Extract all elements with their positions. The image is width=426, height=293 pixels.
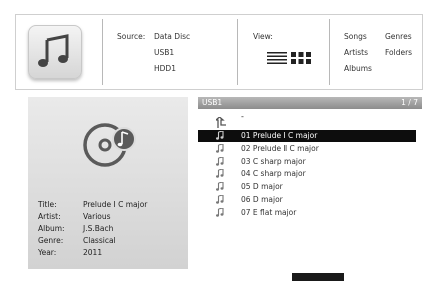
info-year: Year: 2011	[38, 248, 102, 257]
genre-label: Genre:	[38, 236, 64, 245]
track-row[interactable]: 03 C sharp major	[198, 155, 416, 168]
info-title: Title: Prelude Ⅰ C major	[38, 200, 147, 209]
track-row[interactable]: 06 D major	[198, 194, 416, 206]
divider	[237, 19, 238, 85]
disc-music-icon	[77, 115, 139, 181]
category-songs[interactable]: Songs	[344, 32, 367, 41]
track-label: 05 D major	[241, 182, 283, 192]
divider	[329, 19, 330, 85]
track-label: 02 Prelude Ⅱ C major	[241, 143, 319, 153]
track-row[interactable]: 05 D major	[198, 181, 416, 193]
info-artist: Artist: Various	[38, 212, 111, 221]
track-label: 01 Prelude Ⅰ C major	[241, 131, 318, 140]
track-info-panel: Title: Prelude Ⅰ C major Artist: Various A…	[28, 97, 188, 269]
title-label: Title:	[38, 200, 57, 209]
list-header: USB1 1 / 7	[198, 97, 422, 109]
category-albums[interactable]: Albums	[344, 64, 372, 73]
current-path: USB1	[202, 98, 223, 107]
genre-value: Classical	[83, 236, 116, 245]
track-row[interactable]: 04 C sharp major	[198, 168, 416, 180]
track-label: 03 C sharp major	[241, 156, 306, 166]
view-label: View:	[253, 32, 273, 41]
track-row[interactable]: 01 Prelude Ⅰ C major	[198, 130, 416, 142]
category-artists[interactable]: Artists	[344, 48, 368, 57]
track-row[interactable]: 02 Prelude Ⅱ C major	[198, 143, 416, 155]
year-value: 2011	[83, 248, 103, 257]
info-album: Album: J.S.Bach	[38, 224, 113, 233]
artist-value: Various	[83, 212, 111, 221]
track-label: 04 C sharp major	[241, 169, 306, 179]
title-value: Prelude Ⅰ C major	[83, 200, 148, 209]
top-bar: Source: Data Disc USB1 HDD1 View: Songs …	[15, 14, 423, 90]
parent-folder-row[interactable]: -	[214, 112, 416, 128]
year-label: Year:	[38, 248, 57, 257]
album-value: J.S.Bach	[83, 224, 114, 233]
info-genre: Genre: Classical	[38, 236, 116, 245]
album-label: Album:	[38, 224, 65, 233]
track-row[interactable]: 07 E flat major	[198, 207, 416, 219]
up-label: -	[241, 112, 244, 121]
grid-view-icon[interactable]	[291, 50, 311, 69]
category-genres[interactable]: Genres	[385, 32, 412, 41]
scroll-down-button[interactable]	[292, 273, 344, 286]
source-usb1[interactable]: USB1	[154, 48, 174, 57]
list-view-icon[interactable]	[267, 50, 287, 69]
track-list-panel: USB1 1 / 7 - 01 Prelude Ⅰ C major 02 Prel…	[198, 97, 422, 267]
source-hdd1[interactable]: HDD1	[154, 64, 176, 73]
track-label: 07 E flat major	[241, 207, 297, 217]
track-label: 06 D major	[241, 195, 283, 204]
category-folders[interactable]: Folders	[385, 48, 412, 57]
page-indicator: 1 / 7	[401, 98, 418, 107]
music-app-icon	[28, 25, 82, 79]
source-label: Source:	[117, 32, 146, 41]
artist-label: Artist:	[38, 212, 61, 221]
source-data-disc[interactable]: Data Disc	[154, 32, 190, 41]
divider	[102, 19, 103, 85]
music-note-icon	[216, 207, 224, 221]
